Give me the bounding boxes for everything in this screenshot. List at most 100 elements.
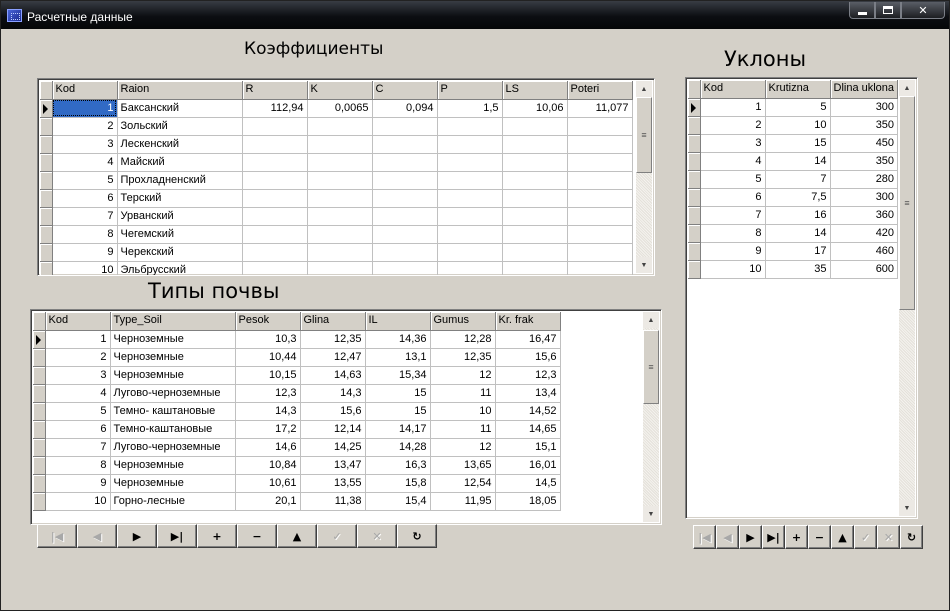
table-cell[interactable]: Эльбрусский bbox=[117, 261, 243, 275]
table-cell[interactable]: 7 bbox=[700, 206, 766, 225]
table-cell[interactable] bbox=[567, 261, 633, 275]
table-cell[interactable]: 0,094 bbox=[372, 99, 438, 118]
table-row[interactable]: 9 Черноземные 10,61 13,55 15,8 12,54 14,5 bbox=[33, 474, 561, 493]
table-cell[interactable]: 14,36 bbox=[365, 330, 431, 349]
table-cell[interactable] bbox=[502, 189, 568, 208]
row-indicator[interactable] bbox=[40, 99, 53, 118]
table-cell[interactable]: 0,0065 bbox=[307, 99, 373, 118]
table-row[interactable]: 10 35 600 bbox=[688, 260, 899, 279]
table-cell[interactable]: 350 bbox=[830, 152, 899, 171]
table-cell[interactable] bbox=[307, 153, 373, 172]
row-indicator[interactable] bbox=[40, 261, 53, 275]
table-cell[interactable]: Лугово-черноземные bbox=[110, 438, 236, 457]
table-cell[interactable] bbox=[437, 171, 503, 190]
table-cell[interactable]: 15,34 bbox=[365, 366, 431, 385]
table-cell[interactable]: 6 bbox=[45, 420, 111, 439]
table-row[interactable]: 2 Черноземные 10,44 12,47 13,1 12,35 15,6 bbox=[33, 348, 561, 367]
table-cell[interactable]: Лескенский bbox=[117, 135, 243, 154]
table-cell[interactable]: Черноземные bbox=[110, 348, 236, 367]
table-cell[interactable]: 13,65 bbox=[430, 456, 496, 475]
table-cell[interactable]: 1 bbox=[700, 98, 766, 117]
table-row[interactable]: 8 Черноземные 10,84 13,47 16,3 13,65 16,01 bbox=[33, 456, 561, 475]
table-cell[interactable]: 12,3 bbox=[235, 384, 301, 403]
table-cell[interactable]: 9 bbox=[52, 243, 118, 262]
column-header[interactable]: Raion bbox=[117, 81, 243, 100]
table-cell[interactable]: 13,4 bbox=[495, 384, 561, 403]
scroll-down-arrow-icon[interactable]: ▼ bbox=[643, 506, 659, 522]
table-cell[interactable]: 7 bbox=[765, 170, 831, 189]
table-cell[interactable]: 14,5 bbox=[495, 474, 561, 493]
column-header[interactable]: Kod bbox=[45, 312, 111, 331]
row-indicator[interactable] bbox=[33, 492, 46, 511]
table-cell[interactable]: 14 bbox=[765, 224, 831, 243]
column-header[interactable]: Kod bbox=[700, 80, 766, 99]
table-cell[interactable] bbox=[372, 189, 438, 208]
table-cell[interactable] bbox=[242, 261, 308, 275]
scroll-thumb[interactable]: ≡ bbox=[899, 96, 915, 310]
table-cell[interactable]: 12 bbox=[430, 366, 496, 385]
table-cell[interactable]: 17 bbox=[765, 242, 831, 261]
table-row[interactable]: 1 5 300 bbox=[688, 98, 899, 117]
table-cell[interactable]: 11 bbox=[430, 420, 496, 439]
table-cell[interactable]: 9 bbox=[700, 242, 766, 261]
row-indicator[interactable] bbox=[40, 207, 53, 226]
table-cell[interactable]: Черноземные bbox=[110, 366, 236, 385]
row-indicator[interactable] bbox=[688, 260, 701, 279]
table-cell[interactable]: Лугово-черноземные bbox=[110, 384, 236, 403]
table-cell[interactable]: 1 bbox=[45, 330, 111, 349]
column-header[interactable]: Kr. frak bbox=[495, 312, 561, 331]
table-cell[interactable] bbox=[437, 135, 503, 154]
last-record-button[interactable]: ▶| bbox=[157, 524, 197, 548]
cancel-record-button[interactable]: ✕ bbox=[877, 525, 900, 549]
table-cell[interactable]: Майский bbox=[117, 153, 243, 172]
table-cell[interactable]: 15 bbox=[765, 134, 831, 153]
table-cell[interactable]: 300 bbox=[830, 188, 899, 207]
table-cell[interactable]: Темно-каштановые bbox=[110, 420, 236, 439]
first-record-button[interactable]: |◀ bbox=[37, 524, 77, 548]
table-cell[interactable]: 8 bbox=[700, 224, 766, 243]
table-cell[interactable]: 14,25 bbox=[300, 438, 366, 457]
scroll-up-arrow-icon[interactable]: ▲ bbox=[643, 312, 659, 328]
table-cell[interactable] bbox=[372, 171, 438, 190]
table-row[interactable]: 9 17 460 bbox=[688, 242, 899, 261]
table-row[interactable]: 9 Черекский bbox=[40, 243, 633, 262]
table-cell[interactable]: Урванский bbox=[117, 207, 243, 226]
table-cell[interactable]: Черноземные bbox=[110, 456, 236, 475]
table-cell[interactable]: 15 bbox=[365, 402, 431, 421]
table-cell[interactable] bbox=[372, 243, 438, 262]
table-cell[interactable]: Горно-лесные bbox=[110, 492, 236, 511]
table-cell[interactable]: 15 bbox=[365, 384, 431, 403]
close-button[interactable]: ✕ bbox=[901, 2, 945, 19]
table-cell[interactable]: 14,6 bbox=[235, 438, 301, 457]
table-cell[interactable] bbox=[372, 153, 438, 172]
table-cell[interactable]: 4 bbox=[52, 153, 118, 172]
column-header[interactable]: Poteri bbox=[567, 81, 633, 100]
table-cell[interactable] bbox=[437, 189, 503, 208]
row-indicator[interactable] bbox=[33, 456, 46, 475]
coefficients-grid[interactable]: Kod Raion R K C P LS Poteri 1 Баксанский 112,94 0,0… bbox=[37, 78, 655, 276]
table-cell[interactable]: 12,28 bbox=[430, 330, 496, 349]
table-row[interactable]: 3 15 450 bbox=[688, 134, 899, 153]
table-cell[interactable] bbox=[502, 153, 568, 172]
table-cell[interactable]: 300 bbox=[830, 98, 899, 117]
row-indicator[interactable] bbox=[40, 243, 53, 262]
table-row[interactable]: 5 Прохладненский bbox=[40, 171, 633, 190]
table-row[interactable]: 10 Горно-лесные 20,1 11,38 15,4 11,95 18,05 bbox=[33, 492, 561, 511]
table-cell[interactable]: 15,1 bbox=[495, 438, 561, 457]
post-record-button[interactable]: ✓ bbox=[317, 524, 357, 548]
table-cell[interactable]: 112,94 bbox=[242, 99, 308, 118]
table-cell[interactable]: 20,1 bbox=[235, 492, 301, 511]
next-record-button[interactable]: ▶ bbox=[739, 525, 762, 549]
table-row[interactable]: 4 Лугово-черноземные 12,3 14,3 15 11 13,4 bbox=[33, 384, 561, 403]
table-cell[interactable] bbox=[307, 117, 373, 136]
table-row[interactable]: 7 Лугово-черноземные 14,6 14,25 14,28 12 15,1 bbox=[33, 438, 561, 457]
table-row[interactable]: 1 Черноземные 10,3 12,35 14,36 12,28 16,47 bbox=[33, 330, 561, 349]
table-cell[interactable]: 7 bbox=[52, 207, 118, 226]
table-cell[interactable]: 11,38 bbox=[300, 492, 366, 511]
table-cell[interactable]: 14,65 bbox=[495, 420, 561, 439]
table-cell[interactable]: 11,95 bbox=[430, 492, 496, 511]
table-cell[interactable]: 12 bbox=[430, 438, 496, 457]
table-cell[interactable]: Прохладненский bbox=[117, 171, 243, 190]
table-cell[interactable]: 8 bbox=[52, 225, 118, 244]
table-cell[interactable]: 6 bbox=[700, 188, 766, 207]
